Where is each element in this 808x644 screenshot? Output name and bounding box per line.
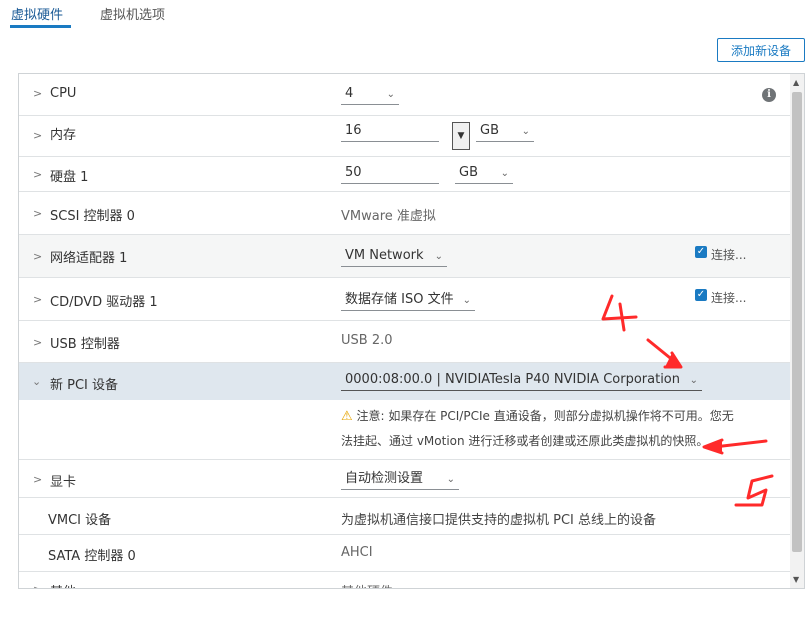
disk-size-input[interactable]: 50	[341, 164, 439, 184]
expand-chevron-icon[interactable]: >	[33, 129, 42, 142]
chevron-down-icon: ⌄	[500, 168, 509, 179]
video-value: 自动检测设置	[345, 471, 424, 486]
disk-value: 50	[345, 165, 362, 180]
row-memory: > 内存 16 ▼ GB ⌄	[19, 116, 790, 157]
warning-icon: ⚠	[341, 409, 353, 424]
cdrom-value: 数据存储 ISO 文件	[345, 292, 454, 307]
scroll-down-arrow-icon[interactable]: ▼	[793, 575, 799, 584]
scrollbar-thumb[interactable]	[792, 92, 802, 552]
memory-value: 16	[345, 123, 362, 138]
usb-label: USB 控制器	[50, 337, 120, 352]
expand-chevron-icon[interactable]: >	[33, 293, 42, 306]
memory-unit: GB	[480, 123, 499, 138]
row-sata-controller: SATA 控制器 0 AHCI	[19, 535, 790, 572]
expand-chevron-icon[interactable]: >	[33, 473, 42, 486]
warning-line-1: 注意: 如果存在 PCI/PCIe 直通设备，则部分虚拟机操作将不可用。您无	[356, 409, 734, 423]
expand-chevron-icon[interactable]: >	[33, 336, 42, 349]
network-connect-checkbox[interactable]: ✓	[695, 246, 707, 258]
tab-vm-options[interactable]: 虚拟机选项	[100, 4, 165, 23]
hardware-panel: > CPU 4 ⌄ i > 内存 16 ▼ GB ⌄ > 硬盘 1 50 GB …	[18, 73, 805, 589]
cpu-value: 4	[345, 86, 354, 101]
chevron-down-icon: ⌄	[446, 474, 455, 485]
expand-chevron-icon[interactable]: >	[33, 207, 42, 220]
network-connect-label: 连接...	[711, 248, 747, 262]
pci-device-select[interactable]: 0000:08:00.0 | NVIDIATesla P40 NVIDIA Co…	[341, 371, 702, 391]
sata-value: AHCI	[341, 545, 373, 560]
scroll-up-arrow-icon[interactable]: ▲	[793, 78, 799, 87]
cdrom-connect-checkbox[interactable]: ✓	[695, 289, 707, 301]
memory-unit-select[interactable]: GB ⌄	[476, 122, 534, 142]
warning-line-2: 法挂起、通过 vMotion 进行迁移或者创建或还原此类虚拟机的快照。	[341, 434, 709, 448]
chevron-down-icon: ⌄	[689, 375, 698, 386]
chevron-down-icon: ⌄	[386, 89, 395, 100]
expand-chevron-icon[interactable]: >	[33, 168, 42, 181]
other-label: 其他	[50, 581, 76, 588]
usb-value: USB 2.0	[341, 333, 393, 348]
vmci-value: 为虚拟机通信接口提供支持的虚拟机 PCI 总线上的设备	[341, 513, 657, 528]
tab-virtual-hardware[interactable]: 虚拟硬件	[11, 4, 63, 23]
network-select[interactable]: VM Network ⌄	[341, 247, 447, 267]
chevron-down-icon: ⌄	[521, 126, 530, 137]
video-select[interactable]: 自动检测设置 ⌄	[341, 470, 459, 490]
pci-value: 0000:08:00.0 | NVIDIATesla P40 NVIDIA Co…	[345, 372, 680, 387]
disk-unit-select[interactable]: GB ⌄	[455, 164, 513, 184]
expand-chevron-icon[interactable]: >	[33, 250, 42, 263]
video-label: 显卡	[50, 475, 77, 490]
chevron-down-icon: ⌄	[434, 251, 443, 262]
scsi-value: VMware 准虚拟	[341, 209, 436, 224]
cdrom-select[interactable]: 数据存储 ISO 文件 ⌄	[341, 291, 475, 311]
other-value: 其他硬件	[341, 581, 393, 588]
row-usb-controller: > USB 控制器 USB 2.0	[19, 321, 790, 363]
pci-label: 新 PCI 设备	[50, 378, 119, 393]
sata-label: SATA 控制器 0	[48, 549, 136, 564]
cdrom-connect-label: 连接...	[711, 291, 747, 305]
row-new-pci-device: ⌄ 新 PCI 设备 0000:08:00.0 | NVIDIATesla P4…	[19, 363, 790, 400]
network-value: VM Network	[345, 248, 424, 263]
disk-unit: GB	[459, 165, 478, 180]
row-cd-dvd-drive: > CD/DVD 驱动器 1 数据存储 ISO 文件 ⌄ ✓ 连接...	[19, 278, 790, 321]
scsi-label: SCSI 控制器 0	[50, 209, 135, 224]
memory-input[interactable]: 16	[341, 122, 439, 142]
cdrom-label: CD/DVD 驱动器 1	[50, 295, 158, 310]
row-scsi-controller: > SCSI 控制器 0 VMware 准虚拟	[19, 192, 790, 235]
expand-chevron-icon[interactable]: >	[33, 583, 42, 588]
pci-warning-row: ⚠ 注意: 如果存在 PCI/PCIe 直通设备，则部分虚拟机操作将不可用。您无…	[19, 400, 790, 460]
cpu-label: CPU	[50, 86, 77, 101]
chevron-down-icon: ⌄	[462, 295, 471, 306]
cpu-select[interactable]: 4 ⌄	[341, 85, 399, 105]
tab-bar: 虚拟硬件 虚拟机选项	[0, 0, 808, 30]
row-video-card: > 显卡 自动检测设置 ⌄	[19, 460, 790, 498]
row-disk: > 硬盘 1 50 GB ⌄	[19, 157, 790, 192]
row-other: > 其他 其他硬件	[19, 572, 790, 588]
info-icon[interactable]: i	[762, 88, 776, 102]
active-tab-indicator	[10, 25, 71, 28]
expand-chevron-icon[interactable]: >	[33, 87, 42, 100]
memory-stepper-down-icon[interactable]: ▼	[452, 122, 470, 150]
add-new-device-button[interactable]: 添加新设备	[717, 38, 805, 62]
vertical-scrollbar[interactable]: ▲ ▼	[790, 74, 804, 588]
disk-label: 硬盘 1	[50, 170, 89, 185]
pci-warning: ⚠ 注意: 如果存在 PCI/PCIe 直通设备，则部分虚拟机操作将不可用。您无…	[341, 404, 781, 453]
row-vmci-device: VMCI 设备 为虚拟机通信接口提供支持的虚拟机 PCI 总线上的设备	[19, 498, 790, 535]
collapse-chevron-down-icon[interactable]: ⌄	[32, 375, 41, 388]
row-cpu: > CPU 4 ⌄ i	[19, 74, 790, 116]
network-label: 网络适配器 1	[50, 251, 128, 266]
memory-label: 内存	[50, 128, 77, 143]
row-network-adapter: > 网络适配器 1 VM Network ⌄ ✓ 连接...	[19, 235, 790, 278]
vmci-label: VMCI 设备	[48, 513, 112, 528]
